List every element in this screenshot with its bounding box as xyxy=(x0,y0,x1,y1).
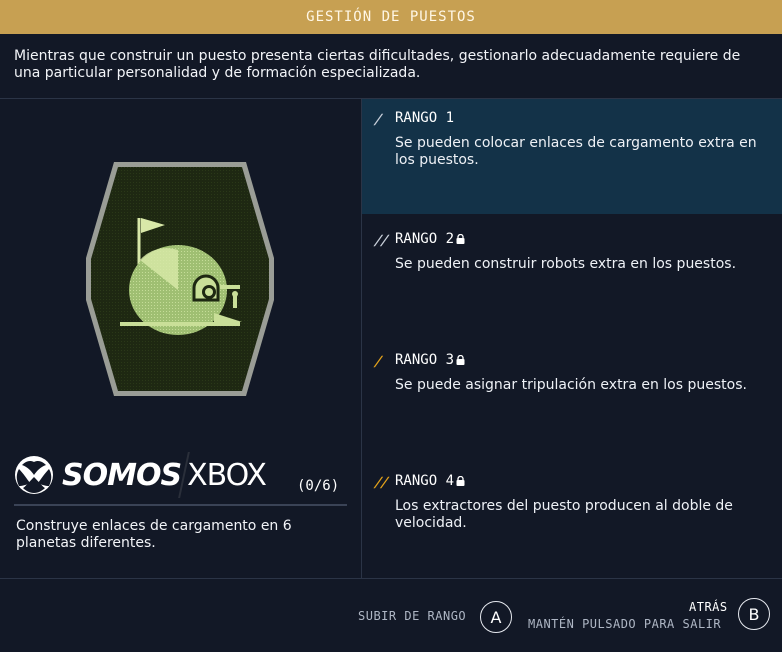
back-button-glyph: B xyxy=(748,604,760,624)
skill-badge xyxy=(82,158,278,400)
rank-up-label: SUBIR DE RANGO xyxy=(358,609,467,623)
challenge-progress-bar xyxy=(14,504,347,506)
watermark-word-somos: SOMOS xyxy=(62,457,182,493)
back-button[interactable]: B xyxy=(738,598,770,630)
lock-icon xyxy=(456,355,465,365)
rank-up-button-glyph: A xyxy=(490,607,502,627)
rank-3[interactable]: / RANGO 3 Se puede asignar tripulación e… xyxy=(362,341,782,456)
challenge-progress: (0/6) xyxy=(297,478,340,494)
rank-description: Se puede asignar tripulación extra en lo… xyxy=(395,377,747,393)
challenge-description: Construye enlaces de cargamento en 6 pla… xyxy=(16,518,292,551)
rank-description: Se pueden construir robots extra en los … xyxy=(395,256,737,272)
lock-icon xyxy=(456,234,465,244)
rank-title: RANGO 1 xyxy=(395,110,455,126)
rank-4[interactable]: // RANGO 4 Los extractores del puesto pr… xyxy=(362,462,782,577)
page-title: GESTIÓN DE PUESTOS xyxy=(306,9,476,25)
xbox-icon xyxy=(15,456,53,494)
watermark-logo: SOMOS XBOX xyxy=(14,452,267,498)
rank-title: RANGO 2 xyxy=(395,231,465,247)
rank-marker-icon: // xyxy=(372,475,389,491)
rank-1[interactable]: / RANGO 1 Se pueden colocar enlaces de c… xyxy=(362,99,782,214)
rank-2[interactable]: // RANGO 2 Se pueden construir robots ex… xyxy=(362,220,782,335)
rank-description: Los extractores del puesto producen al d… xyxy=(395,498,733,531)
title-bar: GESTIÓN DE PUESTOS xyxy=(0,0,782,34)
rank-title: RANGO 3 xyxy=(395,352,465,368)
rank-marker-icon: // xyxy=(372,233,389,249)
lock-icon xyxy=(456,476,465,486)
rank-title: RANGO 4 xyxy=(395,473,465,489)
rank-description: Se pueden colocar enlaces de cargamento … xyxy=(395,135,757,168)
rank-marker-icon: / xyxy=(372,112,383,128)
back-label: ATRÁS xyxy=(689,600,728,614)
rank-marker-icon: / xyxy=(372,354,383,370)
rank-up-button[interactable]: A xyxy=(480,601,512,633)
intro-text: Mientras que construir un puesto present… xyxy=(14,48,741,81)
back-hint: MANTÉN PULSADO PARA SALIR xyxy=(528,617,722,631)
watermark-word-xbox: XBOX xyxy=(187,457,267,493)
divider-bottom xyxy=(0,578,782,579)
